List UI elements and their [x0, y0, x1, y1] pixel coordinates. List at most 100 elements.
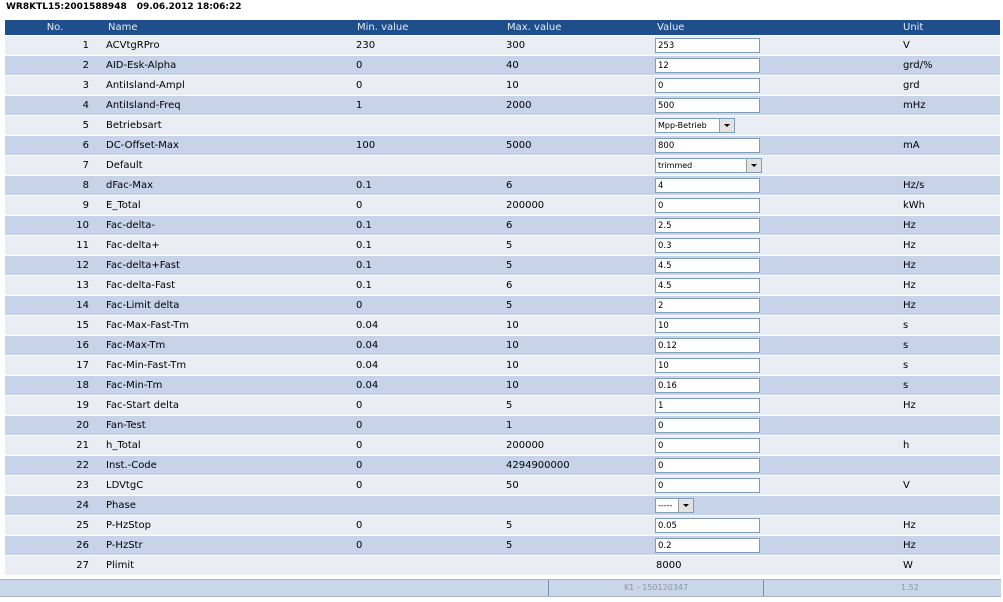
param-value-input-2[interactable]: [655, 58, 760, 73]
param-min-value: 0: [356, 520, 363, 531]
param-row-1: 1 ACVtgRPro 230 300 V: [5, 36, 1000, 55]
param-value-input-15[interactable]: [655, 318, 760, 333]
param-value-input-13[interactable]: [655, 278, 760, 293]
param-value-input-26[interactable]: [655, 538, 760, 553]
parameter-table: No. Name Min. value Max. value Value Uni…: [5, 20, 1000, 576]
param-value-input-6[interactable]: [655, 138, 760, 153]
param-min-value: 0: [356, 300, 363, 311]
param-name: Fac-delta+Fast: [106, 260, 180, 271]
param-value-input-25[interactable]: [655, 518, 760, 533]
param-unit: Hz: [903, 520, 916, 531]
param-name: Fac-Start delta: [106, 400, 180, 411]
param-value-input-12[interactable]: [655, 258, 760, 273]
param-max-value: 5000: [506, 140, 532, 151]
param-name: Fac-Min-Fast-Tm: [106, 360, 187, 371]
param-value-cell: [654, 276, 900, 295]
param-max-value: [504, 556, 654, 575]
param-value-input-20[interactable]: [655, 418, 760, 433]
param-unit: Hz: [903, 540, 916, 551]
param-max-value: 1: [506, 420, 513, 431]
status-bar-version: 1.52: [763, 580, 1001, 596]
param-number: 1: [82, 40, 89, 51]
param-value-input-22[interactable]: [655, 458, 760, 473]
param-row-19: 19 Fac-Start delta 0 5 Hz: [5, 396, 1000, 415]
param-unit: grd/%: [903, 60, 933, 71]
param-min-value: 1: [356, 100, 363, 111]
param-value-input-11[interactable]: [655, 238, 760, 253]
param-number: 2: [82, 60, 89, 71]
param-max-value: 6: [506, 180, 513, 191]
param-value-cell: [654, 396, 900, 415]
param-unit: Hz: [903, 240, 916, 251]
param-unit: [900, 496, 1000, 515]
param-value-cell: [654, 216, 900, 235]
param-value-cell: [654, 176, 900, 195]
param-value-input-18[interactable]: [655, 378, 760, 393]
dropdown-button[interactable]: [678, 499, 693, 512]
betriebsart-select[interactable]: Mpp-Betrieb: [655, 118, 735, 133]
param-value-input-8[interactable]: [655, 178, 760, 193]
param-value-cell: [654, 56, 900, 75]
param-min-value: 0.04: [356, 340, 379, 351]
param-number: 15: [76, 320, 89, 331]
param-name: AntiIsland-Ampl: [106, 80, 185, 91]
param-unit: Hz: [903, 260, 916, 271]
param-value-cell: [654, 136, 900, 155]
param-value-cell: Mpp-Betrieb: [654, 116, 900, 135]
param-number: 25: [76, 520, 89, 531]
page-title: WR8KTL15:2001588948 09.06.2012 18:06:22: [6, 0, 242, 14]
param-min-value: 0: [356, 480, 363, 491]
param-max-value: 5: [506, 240, 513, 251]
param-value-input-16[interactable]: [655, 338, 760, 353]
param-number: 22: [76, 460, 89, 471]
param-value-input-10[interactable]: [655, 218, 760, 233]
param-min-value: [354, 496, 504, 515]
param-row-9: 9 E_Total 0 200000 kWh: [5, 196, 1000, 215]
param-value-cell: [654, 476, 900, 495]
param-value-input-23[interactable]: [655, 478, 760, 493]
param-value-input-17[interactable]: [655, 358, 760, 373]
param-number: 13: [76, 280, 89, 291]
param-row-14: 14 Fac-Limit delta 0 5 Hz: [5, 296, 1000, 315]
param-max-value: 5: [506, 260, 513, 271]
dropdown-button[interactable]: [719, 119, 734, 132]
param-number: 10: [76, 220, 89, 231]
param-name: dFac-Max: [106, 180, 154, 191]
param-number: 5: [82, 120, 89, 131]
param-value-input-14[interactable]: [655, 298, 760, 313]
param-value-cell: trimmed: [654, 156, 900, 175]
param-unit: V: [903, 480, 910, 491]
param-value-input-3[interactable]: [655, 78, 760, 93]
param-name: Phase: [106, 500, 136, 511]
param-unit: Hz: [903, 280, 916, 291]
dropdown-button[interactable]: [746, 159, 761, 172]
phase-select[interactable]: -----: [655, 498, 694, 513]
param-row-10: 10 Fac-delta- 0.1 6 Hz: [5, 216, 1000, 235]
param-value-input-19[interactable]: [655, 398, 760, 413]
param-number: 24: [76, 500, 89, 511]
param-unit: grd: [903, 80, 920, 91]
param-row-18: 18 Fac-Min-Tm 0.04 10 s: [5, 376, 1000, 395]
param-number: 20: [76, 420, 89, 431]
default-select[interactable]: trimmed: [655, 158, 762, 173]
param-value-input-21[interactable]: [655, 438, 760, 453]
param-row-23: 23 LDVtgC 0 50 V: [5, 476, 1000, 495]
param-min-value: [354, 116, 504, 135]
param-unit: Hz: [903, 300, 916, 311]
param-value-cell: [654, 336, 900, 355]
param-row-27: 27 Plimit 8000 W: [5, 556, 1000, 575]
param-unit: Hz/s: [903, 180, 925, 191]
param-name: P-HzStr: [106, 540, 143, 551]
param-name: Fac-Max-Fast-Tm: [106, 320, 189, 331]
param-value-input-4[interactable]: [655, 98, 760, 113]
param-unit: [900, 156, 1000, 175]
param-value-input-1[interactable]: [655, 38, 760, 53]
select-value: -----: [658, 501, 673, 510]
param-max-value: 5: [506, 520, 513, 531]
param-value-cell: [654, 436, 900, 455]
param-name: Fac-delta+: [106, 240, 160, 251]
param-value-input-9[interactable]: [655, 198, 760, 213]
param-max-value: 10: [506, 340, 519, 351]
param-name: LDVtgC: [106, 480, 144, 491]
param-name: Fac-Min-Tm: [106, 380, 163, 391]
